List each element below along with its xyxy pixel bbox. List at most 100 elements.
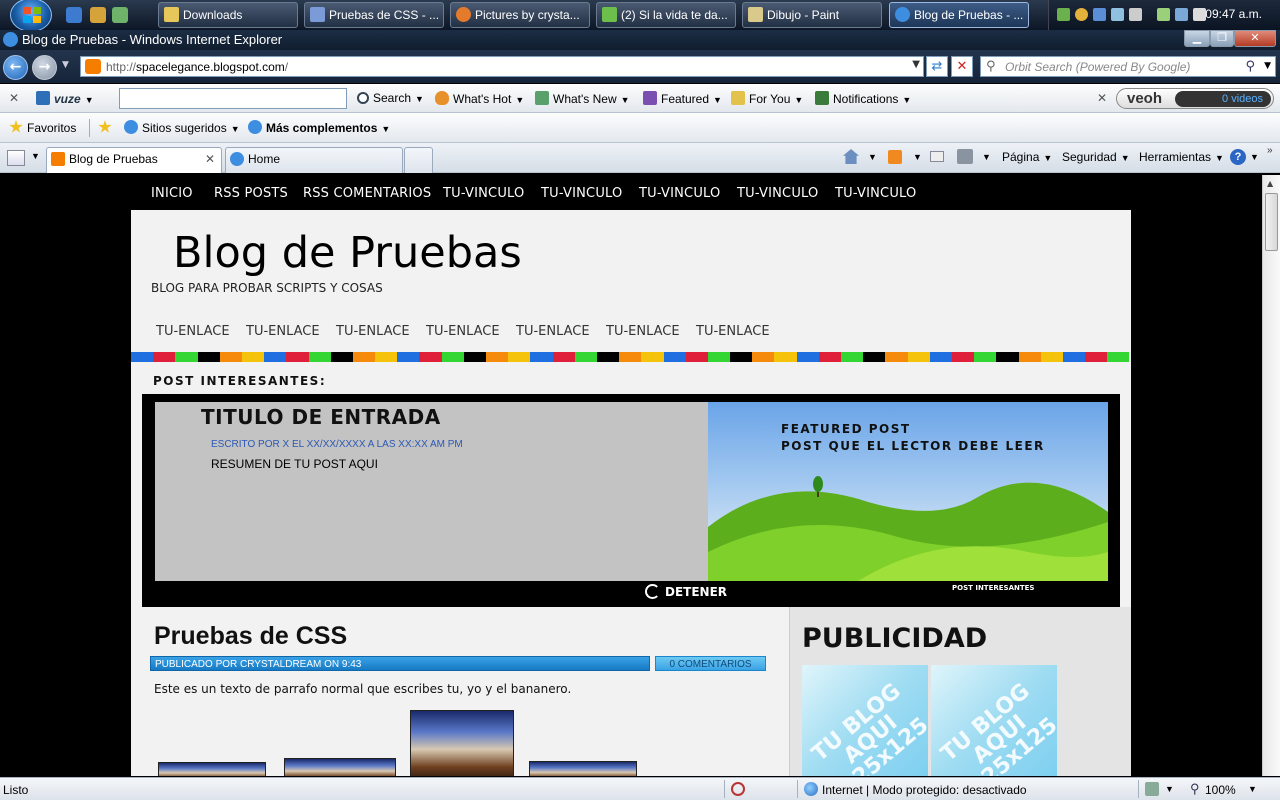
clock[interactable]: 09:47 a.m. xyxy=(1205,7,1262,21)
subnav-enlace-link[interactable]: TU-ENLACE xyxy=(156,324,230,339)
favorites-button[interactable]: Favoritos xyxy=(9,120,76,135)
tray-wifi-icon[interactable] xyxy=(1111,8,1124,21)
close-veoh-toolbar-icon[interactable]: ✕ xyxy=(1097,91,1107,105)
close-toolbar-icon[interactable]: ✕ xyxy=(9,91,19,105)
tray-display-icon[interactable] xyxy=(1175,8,1188,21)
whats-new-menu[interactable]: What's New ▼ xyxy=(535,91,630,106)
tab-home[interactable]: Home xyxy=(225,147,403,173)
comments-link[interactable]: 0 COMENTARIOS xyxy=(655,656,766,671)
more-addons-menu[interactable]: Más complementos ▼ xyxy=(248,120,390,135)
refresh-button[interactable]: ⇄ xyxy=(926,56,948,77)
post-thumbnail-image[interactable] xyxy=(529,761,637,776)
subnav-enlace-link[interactable]: TU-ENLACE xyxy=(246,324,320,339)
show-desktop-icon[interactable] xyxy=(66,7,82,23)
vuze-search-button[interactable]: Search ▼ xyxy=(357,91,424,105)
topnav-inicio-link[interactable]: INICIO xyxy=(151,186,193,201)
suggested-sites-menu[interactable]: Sitios sugeridos ▼ xyxy=(124,120,240,135)
new-tab-button[interactable] xyxy=(404,147,433,173)
tray-network-icon[interactable] xyxy=(1057,8,1070,21)
quicklaunch-app-icon[interactable] xyxy=(90,7,106,23)
address-dropdown-icon[interactable]: ▼ xyxy=(912,59,920,70)
post-title[interactable]: Pruebas de CSS xyxy=(154,622,347,651)
slide-image[interactable]: FEATURED POST POST QUE EL LECTOR DEBE LE… xyxy=(708,402,1108,581)
protected-mode-dropdown-icon[interactable]: ▼ xyxy=(1165,784,1174,794)
subnav-enlace-link[interactable]: TU-ENLACE xyxy=(516,324,590,339)
post-thumbnail-image[interactable] xyxy=(158,762,266,776)
topnav-vinculo-link[interactable]: TU-VINCULO xyxy=(443,186,524,201)
tools-menu[interactable]: Herramientas ▼ xyxy=(1139,150,1224,164)
vuze-search-input[interactable] xyxy=(119,88,347,109)
tray-battery-icon[interactable] xyxy=(1157,8,1170,21)
switch-windows-icon[interactable] xyxy=(112,7,128,23)
search-field[interactable]: ⚲ Orbit Search (Powered By Google) ⚲ ▼ xyxy=(980,56,1276,77)
page-menu[interactable]: Página ▼ xyxy=(1002,150,1052,164)
whats-hot-menu[interactable]: What's Hot ▼ xyxy=(435,91,524,106)
home-icon[interactable] xyxy=(843,149,859,164)
post-thumbnail-image[interactable] xyxy=(284,758,396,776)
read-mail-icon[interactable] xyxy=(930,151,944,162)
for-you-menu[interactable]: For You ▼ xyxy=(731,91,803,106)
more-commands-icon[interactable]: » xyxy=(1267,145,1273,156)
start-button[interactable] xyxy=(10,0,52,32)
feeds-icon[interactable] xyxy=(888,150,902,164)
print-dropdown-icon[interactable]: ▼ xyxy=(982,152,991,162)
vuze-menu[interactable]: vuze ▼ xyxy=(36,91,94,106)
tray-device-icon[interactable] xyxy=(1129,8,1142,21)
popup-blocked-icon[interactable] xyxy=(731,782,745,796)
slider-stop-button[interactable]: DETENER xyxy=(645,584,727,599)
help-icon[interactable]: ? xyxy=(1230,149,1246,165)
taskbar-button-pruebas-css[interactable]: Pruebas de CSS - ... xyxy=(304,2,444,28)
tray-messenger-icon[interactable] xyxy=(1075,8,1088,21)
search-dropdown-icon[interactable]: ▼ xyxy=(1264,61,1271,71)
scrollbar-thumb[interactable] xyxy=(1265,193,1278,251)
feeds-dropdown-icon[interactable]: ▼ xyxy=(913,152,922,162)
maximize-button[interactable]: ❐ xyxy=(1210,30,1234,47)
subnav-enlace-link[interactable]: TU-ENLACE xyxy=(696,324,770,339)
forward-button[interactable]: → xyxy=(32,55,57,80)
subnav-enlace-link[interactable]: TU-ENLACE xyxy=(426,324,500,339)
history-dropdown-icon[interactable]: ▼ xyxy=(62,60,69,70)
taskbar-button-si-la-vida[interactable]: (2) Si la vida te da... xyxy=(596,2,736,28)
address-field[interactable]: http://spacelegance.blogspot.com/ ▼ xyxy=(80,56,924,77)
subnav-enlace-link[interactable]: TU-ENLACE xyxy=(606,324,680,339)
back-button[interactable]: ← xyxy=(3,55,28,80)
tab-blog-de-pruebas[interactable]: Blog de Pruebas ✕ xyxy=(46,147,222,173)
slide-title[interactable]: TITULO DE ENTRADA xyxy=(201,405,441,429)
vertical-scrollbar[interactable]: ▲ xyxy=(1262,175,1280,776)
zoom-icon[interactable]: ⚲ xyxy=(1190,781,1200,797)
ad-banner[interactable]: TU BLOG AQUI 125x125 xyxy=(802,665,928,776)
tab-list-dropdown-icon[interactable]: ▼ xyxy=(31,151,40,161)
home-dropdown-icon[interactable]: ▼ xyxy=(868,152,877,162)
close-tab-icon[interactable]: ✕ xyxy=(205,148,215,170)
stop-button[interactable]: ✕ xyxy=(951,56,973,77)
print-icon[interactable] xyxy=(957,149,973,164)
protected-mode-icon[interactable] xyxy=(1145,782,1159,796)
featured-menu[interactable]: Featured ▼ xyxy=(643,91,722,106)
veoh-widget[interactable]: veoh 0 videos xyxy=(1116,88,1274,109)
taskbar-button-paint[interactable]: Dibujo - Paint xyxy=(742,2,882,28)
minimize-button[interactable]: ▁ xyxy=(1184,30,1210,47)
taskbar-button-downloads[interactable]: Downloads xyxy=(158,2,298,28)
topnav-vinculo-link[interactable]: TU-VINCULO xyxy=(737,186,818,201)
topnav-rss-posts-link[interactable]: RSS POSTS xyxy=(214,186,288,201)
notifications-menu[interactable]: Notifications ▼ xyxy=(815,91,911,106)
post-thumbnail-image[interactable] xyxy=(410,710,514,776)
help-dropdown-icon[interactable]: ▼ xyxy=(1250,152,1259,162)
topnav-vinculo-link[interactable]: TU-VINCULO xyxy=(541,186,622,201)
close-window-button[interactable]: ✕ xyxy=(1234,30,1276,47)
topnav-vinculo-link[interactable]: TU-VINCULO xyxy=(835,186,916,201)
taskbar-button-blog-de-pruebas[interactable]: Blog de Pruebas - ... xyxy=(889,2,1029,28)
security-zone-text[interactable]: Internet | Modo protegido: desactivado xyxy=(822,783,1027,797)
tray-app-icon[interactable] xyxy=(1093,8,1106,21)
zoom-dropdown-icon[interactable]: ▼ xyxy=(1248,784,1257,794)
quick-tabs-icon[interactable] xyxy=(7,150,25,166)
topnav-vinculo-link[interactable]: TU-VINCULO xyxy=(639,186,720,201)
blog-title[interactable]: Blog de Pruebas xyxy=(173,228,522,278)
ad-banner[interactable]: TU BLOG AQUI 125x125 xyxy=(931,665,1057,776)
topnav-rss-comentarios-link[interactable]: RSS COMENTARIOS xyxy=(303,186,431,201)
subnav-enlace-link[interactable]: TU-ENLACE xyxy=(336,324,410,339)
search-go-icon[interactable]: ⚲ xyxy=(1245,59,1255,74)
taskbar-button-pictures[interactable]: Pictures by crysta... xyxy=(450,2,590,28)
zoom-level[interactable]: 100% xyxy=(1205,783,1236,797)
safety-menu[interactable]: Seguridad ▼ xyxy=(1062,150,1130,164)
